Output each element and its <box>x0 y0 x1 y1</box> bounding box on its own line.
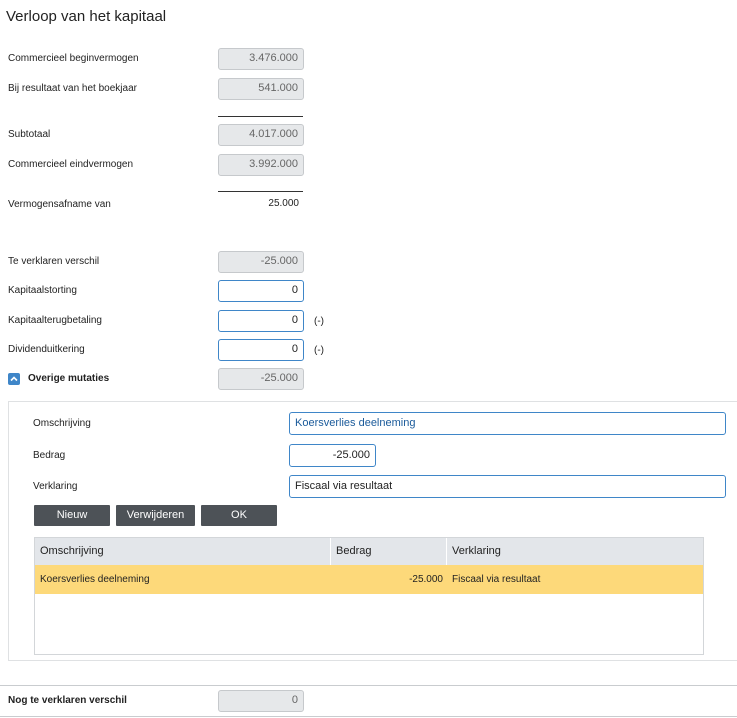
grid-header-bedrag[interactable]: Bedrag <box>331 538 447 565</box>
eindvermogen-label: Commercieel eindvermogen <box>8 159 134 170</box>
verklaring-select[interactable]: Fiscaal via resultaat <box>289 475 726 498</box>
nog-te-verklaren-field: 0 <box>218 690 304 712</box>
subtotaal-field: 4.017.000 <box>218 124 304 146</box>
footer-divider-bottom <box>0 716 737 717</box>
dividenduitkering-suffix: (-) <box>314 345 324 356</box>
subtotal-divider <box>218 116 303 117</box>
kapitaalstorting-input[interactable]: 0 <box>218 280 304 302</box>
bedrag-label: Bedrag <box>33 450 66 461</box>
vermogensafname-value: 25.000 <box>268 198 299 209</box>
kapitaalterugbetaling-suffix: (-) <box>314 316 324 327</box>
kapitaalterugbetaling-input[interactable]: 0 <box>218 310 304 332</box>
grid-header-omschrijving[interactable]: Omschrijving <box>35 538 330 565</box>
nog-te-verklaren-label: Nog te verklaren verschil <box>8 695 127 706</box>
omschrijving-input[interactable]: Koersverlies deelneming <box>289 412 726 435</box>
mutaties-grid: Omschrijving Bedrag Verklaring Koersverl… <box>34 537 704 655</box>
afname-divider <box>218 191 303 192</box>
page-title: Verloop van het kapitaal <box>6 8 167 25</box>
table-row[interactable]: Koersverlies deelneming -25.000 Fiscaal … <box>35 565 703 594</box>
row-verklaring: Fiscaal via resultaat <box>452 574 541 585</box>
te-verklaren-label: Te verklaren verschil <box>8 256 100 267</box>
omschrijving-label: Omschrijving <box>33 418 91 429</box>
dividenduitkering-input[interactable]: 0 <box>218 339 304 361</box>
overige-mutaties-label: Overige mutaties <box>28 373 110 384</box>
subtotaal-label: Subtotaal <box>8 129 51 140</box>
te-verklaren-field: -25.000 <box>218 251 304 273</box>
ok-button[interactable]: OK <box>201 505 277 526</box>
beginvermogen-label: Commercieel beginvermogen <box>8 53 139 64</box>
nieuw-button[interactable]: Nieuw <box>34 505 110 526</box>
row-bedrag: -25.000 <box>409 574 443 585</box>
grid-header-verklaring[interactable]: Verklaring <box>447 538 703 565</box>
vermogensafname-label: Vermogensafname van <box>8 199 111 210</box>
verwijderen-button[interactable]: Verwijderen <box>116 505 195 526</box>
overige-mutaties-toggle[interactable] <box>8 373 20 385</box>
chevron-up-icon <box>10 376 18 382</box>
eindvermogen-field: 3.992.000 <box>218 154 304 176</box>
resultaat-label: Bij resultaat van het boekjaar <box>8 83 137 94</box>
footer-divider-top <box>0 685 737 686</box>
dividenduitkering-label: Dividenduitkering <box>8 344 85 355</box>
overige-mutaties-field: -25.000 <box>218 368 304 390</box>
resultaat-field: 541.000 <box>218 78 304 100</box>
grid-header: Omschrijving Bedrag Verklaring <box>35 538 703 565</box>
row-omschrijving: Koersverlies deelneming <box>40 574 150 585</box>
kapitaalterugbetaling-label: Kapitaalterugbetaling <box>8 315 102 326</box>
beginvermogen-field: 3.476.000 <box>218 48 304 70</box>
verklaring-label: Verklaring <box>33 481 78 492</box>
bedrag-input[interactable]: -25.000 <box>289 444 376 467</box>
kapitaalstorting-label: Kapitaalstorting <box>8 285 77 296</box>
